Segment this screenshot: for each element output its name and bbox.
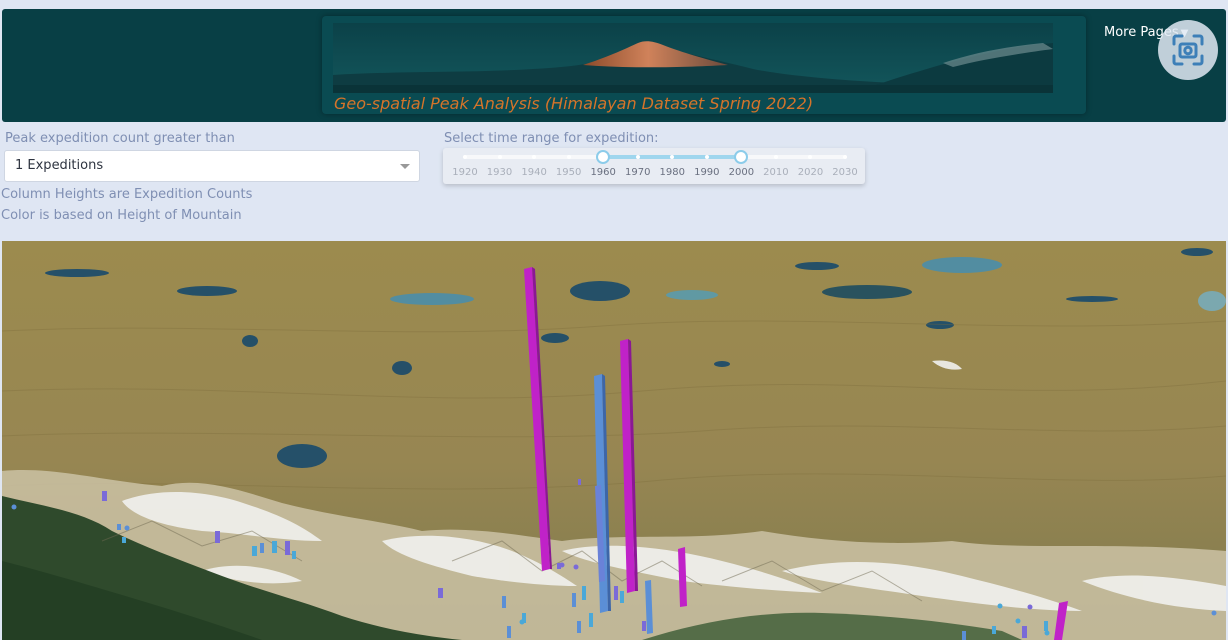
slider-mark-label[interactable]: 1930 [487, 167, 512, 178]
slider-mark-label[interactable]: 1970 [625, 167, 650, 178]
slider-handle-end[interactable] [734, 150, 749, 164]
slider-handle-start[interactable] [596, 150, 611, 164]
slider-mark-label[interactable]: 1940 [521, 167, 546, 178]
slider-dot [773, 155, 778, 159]
expedition-count-value: 1 Expeditions [15, 158, 104, 173]
slider-mark-label[interactable]: 2020 [798, 167, 823, 178]
screenshot-icon [1172, 34, 1204, 66]
time-range-slider[interactable]: 1920 1930 1940 1950 1960 1970 1980 1990 2000 2010… [443, 148, 865, 184]
screenshot-button[interactable] [1158, 20, 1218, 80]
slider-mark-label[interactable]: 1990 [694, 167, 719, 178]
expedition-count-label: Peak expedition count greater than [5, 131, 235, 146]
slider-mark-label[interactable]: 1950 [556, 167, 581, 178]
column-height-note: Column Heights are Expedition Counts [1, 187, 253, 202]
slider-mark-label[interactable]: 2010 [763, 167, 788, 178]
slider-dot [463, 155, 467, 159]
slider-dot [843, 155, 847, 159]
dropdown-arrow-icon [400, 164, 410, 169]
slider-mark-label[interactable]: 1980 [660, 167, 685, 178]
slider-mark-label[interactable]: 1960 [590, 167, 615, 178]
header-bar: Geo-spatial Peak Analysis (Himalayan Dat… [2, 9, 1226, 122]
slider-dot [497, 155, 502, 159]
slider-mark-label[interactable]: 1920 [452, 167, 477, 178]
color-note: Color is based on Height of Mountain [1, 208, 242, 223]
time-range-label: Select time range for expedition: [444, 131, 659, 146]
banner: Geo-spatial Peak Analysis (Himalayan Dat… [322, 16, 1086, 114]
slider-dot [566, 155, 571, 159]
slider-mark-label[interactable]: 2030 [832, 167, 857, 178]
top-strip [0, 0, 1228, 9]
slider-mark-label[interactable]: 2000 [729, 167, 754, 178]
slider-dot [635, 155, 640, 159]
terrain-map[interactable] [2, 241, 1226, 640]
map-3d-view[interactable] [2, 241, 1226, 640]
expedition-count-select[interactable]: 1 Expeditions [4, 150, 420, 182]
page-title: Geo-spatial Peak Analysis (Himalayan Dat… [334, 94, 814, 113]
banner-mountain-image [333, 23, 1053, 93]
slider-dot [704, 155, 709, 159]
